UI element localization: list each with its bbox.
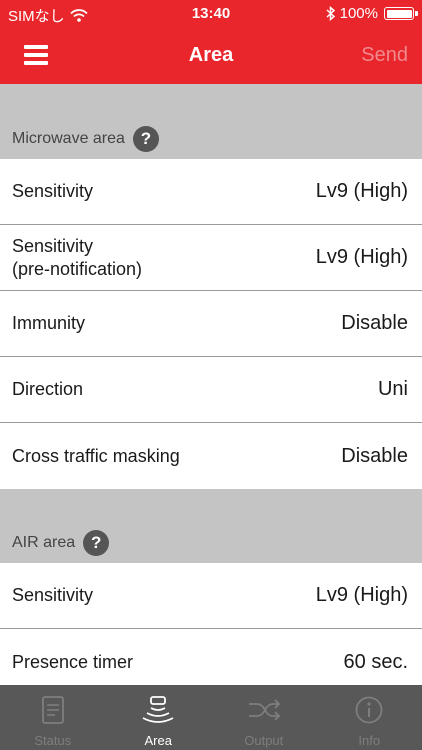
page-title: Area xyxy=(188,44,234,66)
row-label: Sensitivity xyxy=(12,235,94,256)
section-header-air: AIR area ? xyxy=(0,489,422,563)
status-right: 100% xyxy=(326,5,418,22)
row-air-sensitivity[interactable]: Sensitivity Lv9 (High) xyxy=(0,563,422,629)
row-presence-timer[interactable]: Presence timer 60 sec. xyxy=(0,629,422,685)
tab-label: Status xyxy=(34,733,72,748)
row-cross-traffic-masking[interactable]: Cross traffic masking Disable xyxy=(0,423,422,489)
row-value: Disable xyxy=(341,444,408,467)
section-title: AIR area xyxy=(12,534,76,551)
document-icon xyxy=(41,696,64,724)
battery-icon xyxy=(384,7,418,20)
tab-info[interactable]: Info xyxy=(317,685,422,750)
row-value: Lv9 (High) xyxy=(315,180,408,202)
row-label: Immunity xyxy=(12,313,86,333)
row-label-secondary: (pre-notification) xyxy=(12,258,143,279)
bluetooth-icon xyxy=(326,6,335,21)
sensor-waves-icon xyxy=(142,696,174,723)
row-label: Presence timer xyxy=(12,651,134,672)
row-value: Disable xyxy=(341,312,408,334)
row-label: Direction xyxy=(12,379,84,399)
help-icon[interactable]: ? xyxy=(132,126,159,152)
row-label: Cross traffic masking xyxy=(12,445,180,466)
tab-label: Area xyxy=(144,733,172,748)
row-immunity[interactable]: Immunity Disable xyxy=(0,291,422,357)
nav-bar: Area Send xyxy=(0,28,422,84)
section-title: Microwave area xyxy=(12,130,125,147)
tab-bar: Status Area Output Info xyxy=(0,685,422,750)
info-icon xyxy=(355,696,383,724)
row-value: 60 sec. xyxy=(343,650,408,673)
row-direction[interactable]: Direction Uni xyxy=(0,357,422,423)
tab-output[interactable]: Output xyxy=(211,685,317,750)
row-value: Uni xyxy=(377,378,408,400)
row-label: Sensitivity xyxy=(12,181,94,201)
row-microwave-sensitivity-prenotification[interactable]: Sensitivity (pre-notification) Lv9 (High… xyxy=(0,225,422,291)
row-value: Lv9 (High) xyxy=(315,584,408,606)
shuffle-icon xyxy=(248,699,281,721)
tab-status[interactable]: Status xyxy=(0,685,106,750)
help-icon[interactable]: ? xyxy=(83,530,110,556)
battery-percent: 100% xyxy=(339,5,378,22)
row-microwave-sensitivity[interactable]: Sensitivity Lv9 (High) xyxy=(0,159,422,225)
tab-area[interactable]: Area xyxy=(106,685,212,750)
tab-label: Output xyxy=(244,733,284,748)
row-value: Lv9 (High) xyxy=(315,246,408,268)
section-header-microwave: Microwave area ? xyxy=(0,84,422,159)
tab-label: Info xyxy=(358,733,381,748)
status-bar: SIMなし 13:40 100% xyxy=(0,0,422,28)
send-button[interactable]: Send xyxy=(361,44,408,67)
row-label: Sensitivity xyxy=(12,585,94,605)
